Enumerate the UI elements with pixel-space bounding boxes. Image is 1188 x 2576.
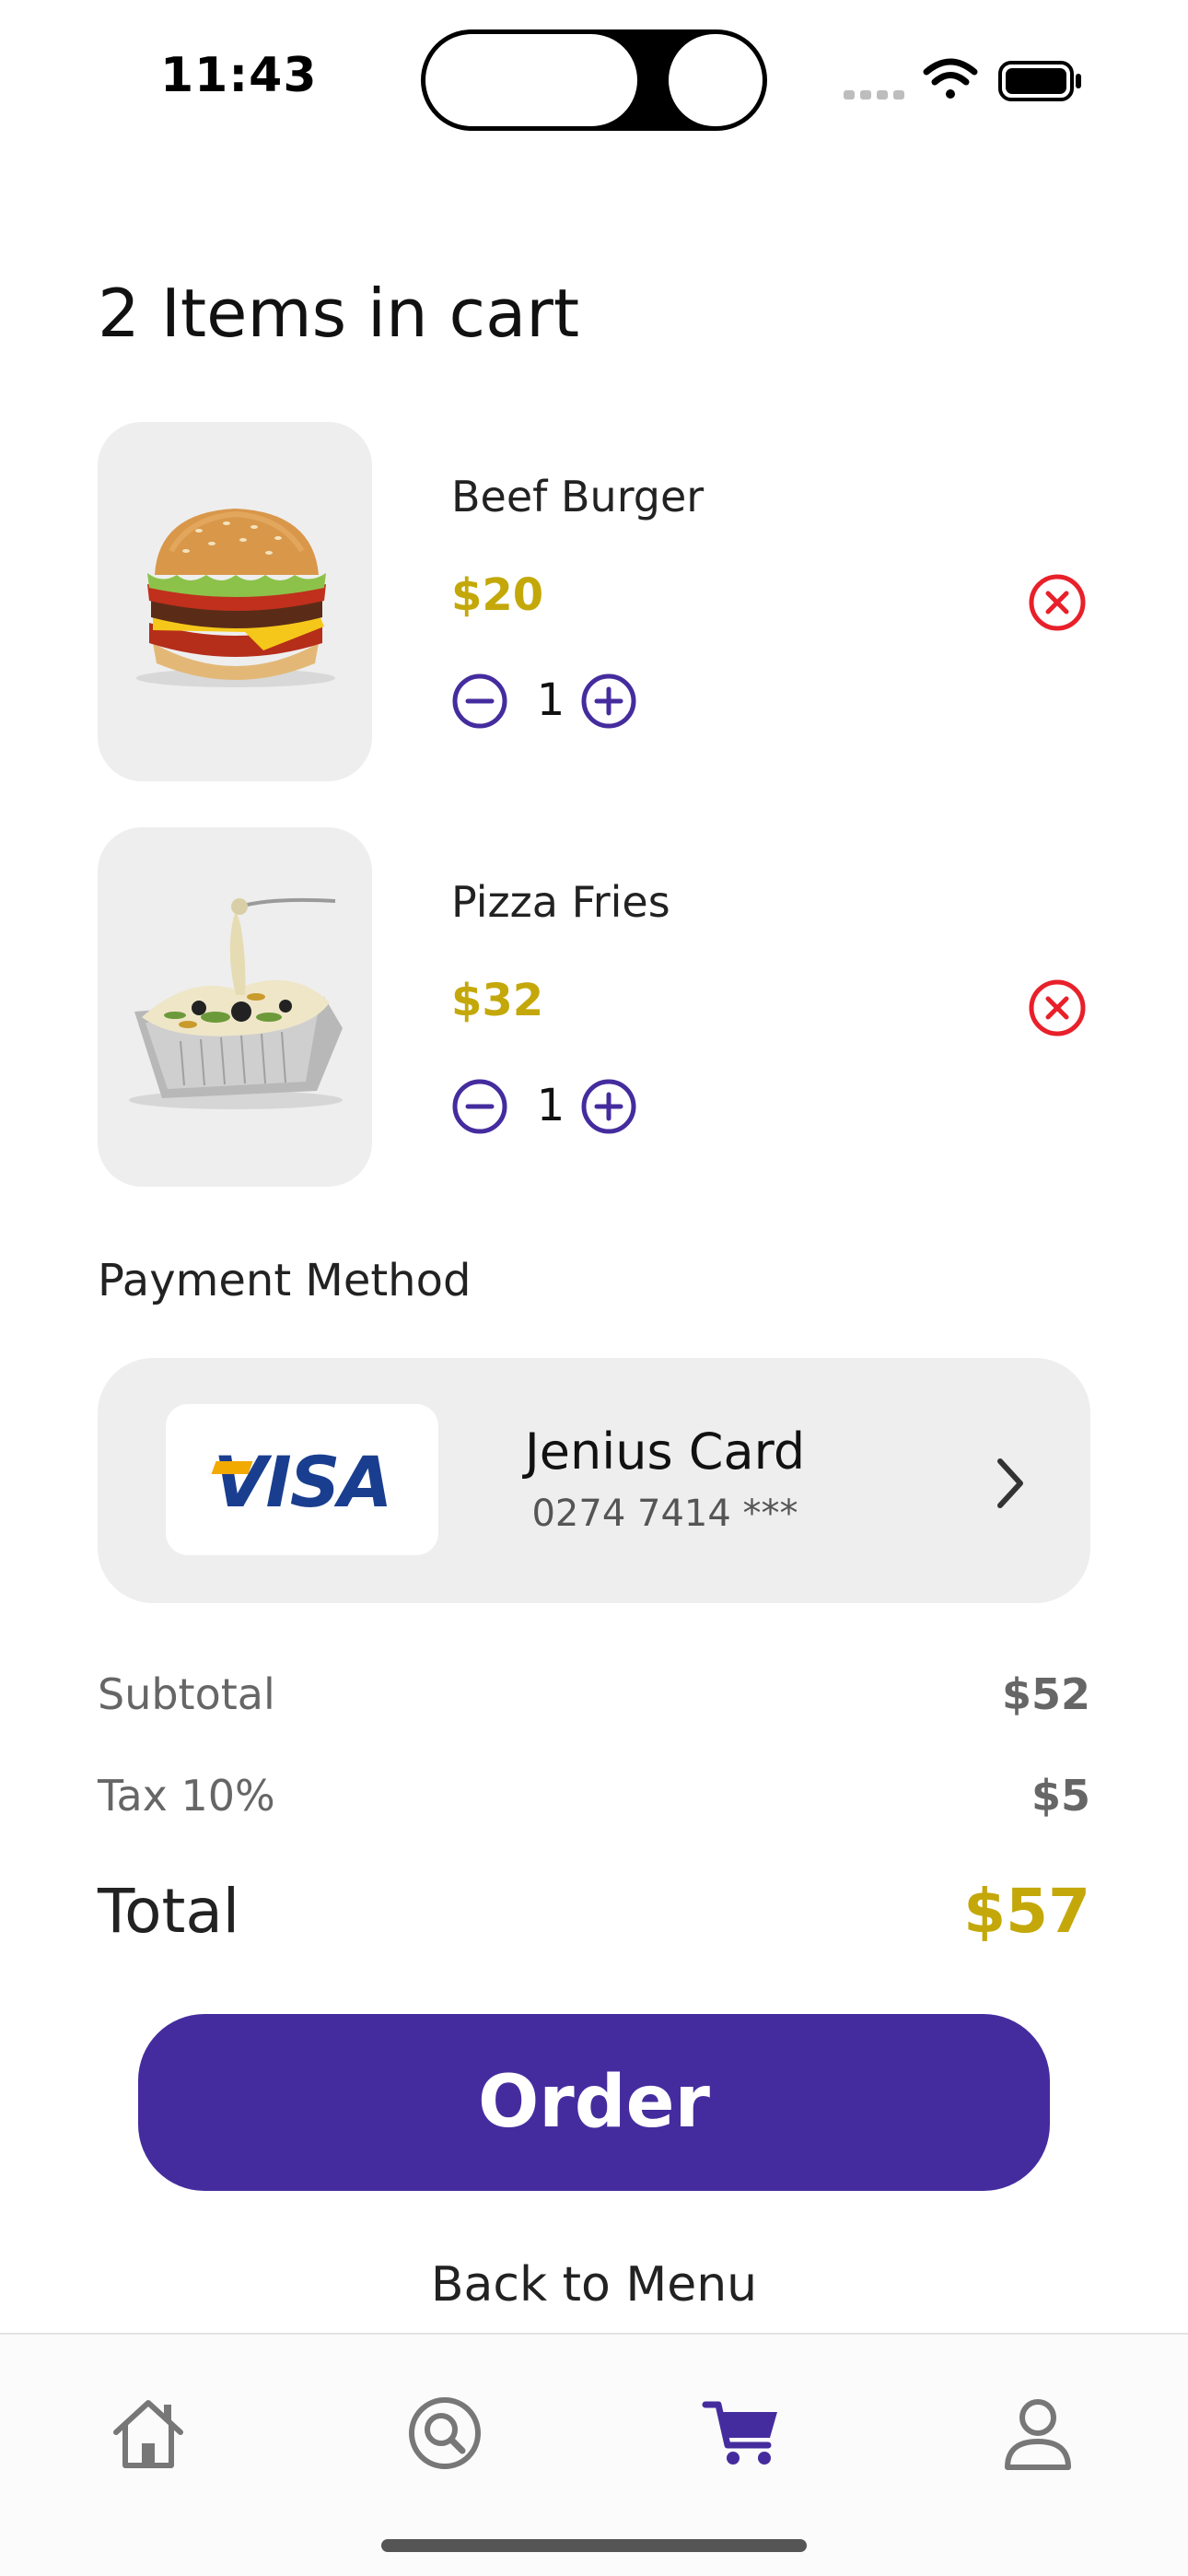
item-image-pizza-fries xyxy=(98,827,372,1187)
tab-search[interactable] xyxy=(403,2392,486,2475)
payment-method-card[interactable]: VISA Jenius Card 0274 7414 *** xyxy=(98,1358,1090,1603)
search-icon xyxy=(409,2397,481,2469)
island-pill-right xyxy=(669,34,763,126)
order-button[interactable]: Order xyxy=(138,2014,1050,2191)
tax-label: Tax 10% xyxy=(98,1771,275,1821)
tax-value: $5 xyxy=(1031,1771,1090,1821)
subtotal-value: $52 xyxy=(1001,1669,1090,1719)
item-name: Beef Burger xyxy=(451,472,705,521)
island-pill-left xyxy=(425,34,637,126)
payment-method-label: Payment Method xyxy=(98,1255,472,1306)
item-name: Pizza Fries xyxy=(451,877,670,927)
minus-circle-icon xyxy=(452,1079,507,1134)
card-brand: VISA xyxy=(213,1441,393,1523)
home-indicator xyxy=(381,2539,807,2552)
decrease-quantity-button[interactable] xyxy=(451,1078,508,1135)
wifi-icon xyxy=(923,58,978,99)
item-image-burger xyxy=(98,422,372,781)
close-circle-icon xyxy=(1029,979,1086,1036)
cart-item-beef-burger: Beef Burger $20 1 xyxy=(98,422,1092,781)
status-time: 11:43 xyxy=(160,48,318,103)
quantity-value: 1 xyxy=(536,1080,565,1131)
cart-icon xyxy=(702,2401,777,2465)
plus-circle-icon xyxy=(581,673,636,729)
remove-item-button[interactable] xyxy=(1028,978,1087,1037)
remove-item-button[interactable] xyxy=(1028,573,1087,632)
back-to-menu-link[interactable]: Back to Menu xyxy=(0,2257,1188,2313)
minus-circle-icon xyxy=(452,673,507,729)
total-label: Total xyxy=(98,1876,240,1947)
total-value: $57 xyxy=(963,1876,1090,1947)
increase-quantity-button[interactable] xyxy=(580,673,637,730)
increase-quantity-button[interactable] xyxy=(580,1078,637,1135)
item-price: $32 xyxy=(451,975,544,1026)
status-icons xyxy=(838,53,1087,109)
battery-icon xyxy=(998,61,1081,101)
quantity-value: 1 xyxy=(536,674,565,726)
cart-item-pizza-fries: Pizza Fries $32 1 xyxy=(98,827,1092,1187)
tab-profile[interactable] xyxy=(996,2392,1079,2475)
home-icon xyxy=(113,2400,183,2468)
visa-logo: VISA xyxy=(166,1404,438,1555)
visa-accent xyxy=(211,1461,253,1474)
burger-image xyxy=(136,509,335,687)
chevron-right-icon xyxy=(984,1454,1035,1513)
decrease-quantity-button[interactable] xyxy=(451,673,508,730)
tab-home[interactable] xyxy=(107,2392,190,2475)
plus-circle-icon xyxy=(581,1079,636,1134)
signal-icon xyxy=(844,90,904,100)
close-circle-icon xyxy=(1029,574,1086,631)
pizza-fries-image xyxy=(129,897,343,1109)
page-title: 2 Items in cart xyxy=(98,275,580,352)
subtotal-label: Subtotal xyxy=(98,1669,275,1719)
tab-cart[interactable] xyxy=(700,2392,783,2475)
card-name: Jenius Card xyxy=(524,1423,806,1481)
profile-icon xyxy=(1005,2399,1071,2470)
card-number: 0274 7414 *** xyxy=(531,1493,798,1535)
item-price: $20 xyxy=(451,569,544,621)
